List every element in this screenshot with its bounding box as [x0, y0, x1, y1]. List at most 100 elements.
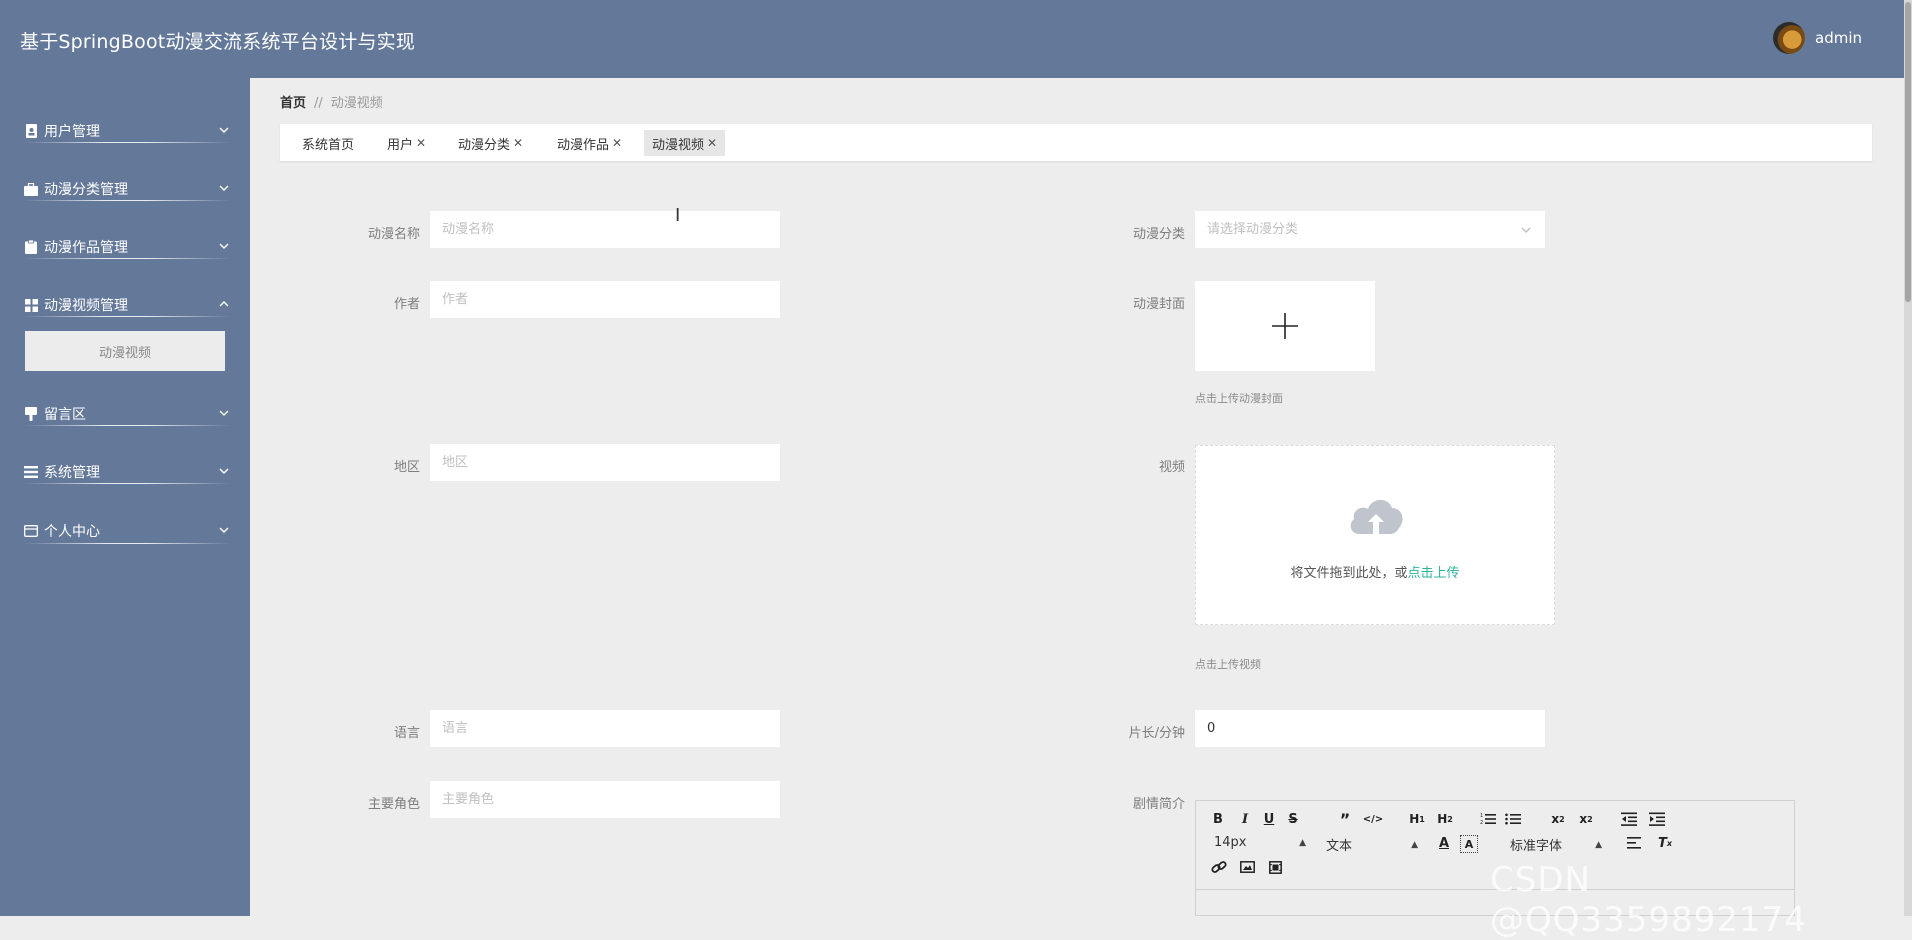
- chevron-down-icon: [219, 410, 229, 416]
- dropzone-text: 将文件拖到此处，或点击上传: [1196, 562, 1554, 581]
- profile-card-icon: [24, 524, 38, 538]
- menu-divider: [24, 200, 230, 201]
- tab-label: 用户: [387, 137, 414, 153]
- language-input[interactable]: [430, 710, 780, 747]
- category-select[interactable]: [1195, 211, 1545, 248]
- menu-divider: [24, 258, 230, 259]
- chevron-down-icon: [219, 127, 229, 133]
- svg-text:1: 1: [1480, 813, 1483, 819]
- author-label: 作者: [393, 297, 420, 312]
- main-characters-input[interactable]: [430, 781, 780, 818]
- clear-format-icon[interactable]: Tx: [1656, 835, 1674, 851]
- close-icon[interactable]: ✕: [707, 136, 717, 150]
- region-input[interactable]: [430, 444, 780, 481]
- chevron-down-icon: [219, 468, 229, 474]
- tab-user[interactable]: 用户 ✕: [379, 130, 434, 156]
- chevron-down-icon: [1521, 227, 1531, 233]
- ordered-list-icon[interactable]: 12: [1479, 811, 1497, 827]
- image-icon[interactable]: [1238, 859, 1256, 875]
- chevron-down-icon: [219, 243, 229, 249]
- font-family-value: 标准字体: [1510, 839, 1563, 854]
- blockquote-icon[interactable]: ”: [1336, 810, 1354, 829]
- font-color-icon[interactable]: A: [1436, 835, 1452, 851]
- app-title: 基于SpringBoot动漫交流系统平台设计与实现: [20, 31, 416, 53]
- tab-anime-video[interactable]: 动漫视频 ✕: [644, 130, 726, 156]
- cover-upload[interactable]: [1195, 281, 1375, 371]
- svg-text:2: 2: [1480, 820, 1483, 826]
- duration-label: 片长/分钟: [1128, 726, 1185, 741]
- heading1-icon[interactable]: H1: [1406, 811, 1428, 827]
- sidebar: 用户管理 动漫分类管理 动漫作品管理 动漫视频管理 动漫视频 留言区 系统管理 …: [0, 78, 250, 916]
- menu-divider: [24, 543, 230, 544]
- name-label: 动漫名称: [367, 227, 420, 242]
- tabs-bar: 系统首页 用户 ✕ 动漫分类 ✕ 动漫作品 ✕ 动漫视频 ✕: [280, 124, 1872, 161]
- anime-name-input[interactable]: [430, 211, 780, 248]
- updown-icon: ▲: [1411, 839, 1418, 850]
- outdent-icon[interactable]: [1620, 811, 1638, 827]
- tab-home[interactable]: 系统首页: [294, 130, 362, 156]
- underline-icon[interactable]: U: [1261, 811, 1277, 827]
- video-dropzone[interactable]: 将文件拖到此处，或点击上传: [1195, 445, 1555, 625]
- superscript-icon[interactable]: x2: [1576, 811, 1596, 827]
- category-label: 动漫分类: [1132, 227, 1185, 242]
- block-format-select[interactable]: 文本 ▲: [1326, 835, 1418, 854]
- page-scrollbar[interactable]: [1904, 0, 1912, 916]
- text-cursor-icon: I: [675, 205, 681, 226]
- video-icon[interactable]: [1266, 859, 1284, 875]
- language-label: 语言: [393, 726, 420, 741]
- italic-icon[interactable]: I: [1237, 811, 1253, 827]
- sidebar-item-label: 用户管理: [44, 124, 100, 140]
- sidebar-item-label: 个人中心: [44, 524, 100, 540]
- close-icon[interactable]: ✕: [513, 136, 523, 150]
- updown-icon: ▲: [1595, 839, 1602, 850]
- tab-anime-category[interactable]: 动漫分类 ✕: [450, 130, 531, 156]
- chevron-down-icon: [219, 185, 229, 191]
- updown-icon: ▲: [1299, 837, 1306, 848]
- tab-anime-works[interactable]: 动漫作品 ✕: [549, 130, 630, 156]
- menu-divider: [24, 316, 230, 317]
- strikethrough-icon[interactable]: S: [1285, 811, 1301, 827]
- click-upload-link[interactable]: 点击上传: [1408, 566, 1460, 581]
- font-family-select[interactable]: 标准字体 ▲: [1510, 835, 1602, 854]
- heading2-icon[interactable]: H2: [1434, 811, 1456, 827]
- breadcrumb: 首页 // 动漫视频: [280, 92, 383, 111]
- sidebar-item-personal-center[interactable]: 个人中心: [24, 516, 230, 546]
- align-left-icon[interactable]: [1626, 835, 1642, 851]
- tab-label: 动漫分类: [458, 137, 511, 153]
- background-color-icon[interactable]: A: [1460, 835, 1478, 853]
- cover-hint: 点击上传动漫封面: [1195, 392, 1283, 405]
- code-block-icon[interactable]: </>: [1363, 811, 1383, 827]
- subscript-icon[interactable]: x2: [1548, 811, 1568, 827]
- chevron-down-icon: [219, 527, 229, 533]
- submenu-item-anime-video[interactable]: 动漫视频: [25, 331, 225, 371]
- link-icon[interactable]: [1210, 859, 1228, 875]
- grid-icon: [24, 298, 38, 312]
- region-label: 地区: [393, 460, 420, 475]
- user-doc-icon: [24, 124, 38, 138]
- menu-divider: [24, 425, 230, 426]
- message-icon: [24, 407, 38, 421]
- sidebar-item-label: 动漫分类管理: [44, 182, 128, 198]
- tab-label: 动漫作品: [557, 137, 610, 153]
- indent-icon[interactable]: [1648, 811, 1666, 827]
- avatar[interactable]: [1773, 22, 1805, 54]
- close-icon[interactable]: ✕: [416, 136, 426, 150]
- bold-icon[interactable]: B: [1210, 811, 1226, 827]
- menu-divider: [24, 142, 230, 143]
- user-menu[interactable]: admin: [1773, 22, 1862, 54]
- close-icon[interactable]: ✕: [612, 136, 622, 150]
- block-format-value: 文本: [1326, 839, 1353, 854]
- plus-icon: [1272, 313, 1298, 339]
- sidebar-item-label: 动漫作品管理: [44, 240, 128, 256]
- author-input[interactable]: [430, 281, 780, 318]
- duration-input[interactable]: [1195, 710, 1545, 747]
- sidebar-item-label: 系统管理: [44, 465, 100, 481]
- font-size-select[interactable]: 14px ▲: [1214, 835, 1306, 850]
- scrollbar-thumb[interactable]: [1905, 2, 1911, 302]
- bullet-list-icon[interactable]: [1504, 811, 1522, 827]
- breadcrumb-separator: //: [314, 96, 323, 111]
- breadcrumb-home[interactable]: 首页: [280, 96, 306, 111]
- list-icon: [24, 465, 38, 479]
- username[interactable]: admin: [1815, 29, 1862, 47]
- cloud-upload-icon: [1350, 499, 1403, 534]
